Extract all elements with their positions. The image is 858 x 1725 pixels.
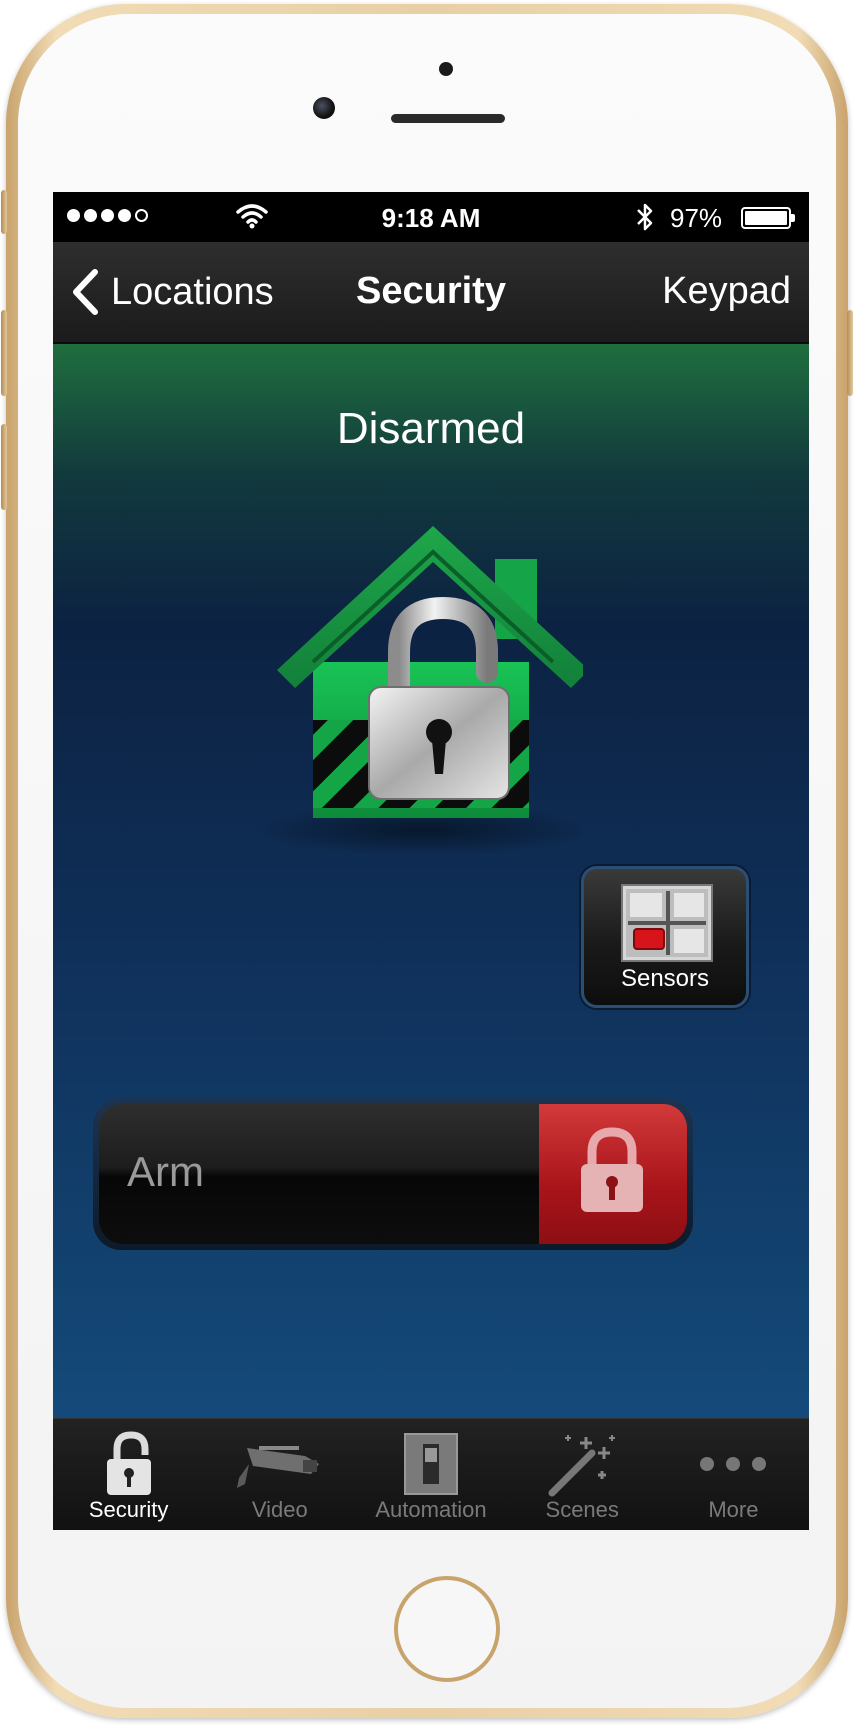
alarm-status-label: Disarmed bbox=[336, 404, 526, 453]
tab-video[interactable]: Video bbox=[204, 1419, 355, 1530]
proximity-sensor bbox=[439, 62, 453, 76]
home-button[interactable] bbox=[394, 1576, 500, 1682]
camera-icon bbox=[236, 1446, 319, 1488]
bluetooth-icon bbox=[637, 203, 653, 231]
tab-bar: Security Video Automation Scenes More bbox=[53, 1418, 809, 1530]
magic-wand-icon bbox=[548, 1435, 616, 1497]
tab-automation[interactable]: Automation bbox=[355, 1419, 506, 1530]
front-camera bbox=[313, 97, 335, 119]
arm-slider[interactable]: Arm bbox=[93, 1098, 693, 1250]
sensors-button[interactable]: Sensors bbox=[581, 866, 749, 1008]
sensors-label: Sensors bbox=[620, 965, 710, 992]
tab-scenes[interactable]: Scenes bbox=[507, 1419, 658, 1530]
battery-icon bbox=[741, 207, 795, 229]
battery-nub bbox=[791, 214, 795, 222]
padlock-icon bbox=[106, 1431, 151, 1495]
more-dots-icon bbox=[700, 1457, 767, 1471]
power-button bbox=[847, 310, 853, 396]
keypad-button[interactable]: Keypad bbox=[662, 270, 791, 313]
tab-security[interactable]: Security bbox=[53, 1419, 204, 1530]
volume-up-button bbox=[1, 310, 7, 396]
sensor-grid-icon bbox=[621, 884, 713, 962]
back-button-label: Locations bbox=[111, 270, 274, 313]
status-bar: 9:18 AM 97% bbox=[53, 192, 809, 242]
switch-icon bbox=[404, 1433, 458, 1495]
battery-fill bbox=[745, 211, 787, 225]
back-button[interactable]: Locations bbox=[71, 268, 274, 316]
tab-label: Security bbox=[88, 1497, 169, 1522]
tab-label: Automation bbox=[375, 1497, 487, 1522]
unlocked-house-icon[interactable] bbox=[253, 512, 583, 857]
arm-label: Arm bbox=[127, 1148, 204, 1195]
earpiece-speaker bbox=[391, 114, 505, 123]
arm-slider-track: Arm bbox=[99, 1104, 687, 1244]
tab-label: More bbox=[708, 1497, 759, 1522]
volume-down-button bbox=[1, 424, 7, 510]
lock-icon bbox=[581, 1127, 643, 1212]
battery-percent: 97% bbox=[670, 203, 723, 233]
navigation-bar: Locations Security Keypad bbox=[53, 242, 809, 344]
tab-label: Scenes bbox=[545, 1497, 619, 1522]
arm-slider-knob[interactable] bbox=[539, 1104, 687, 1244]
tab-label: Video bbox=[251, 1497, 308, 1522]
security-panel: Disarmed Sensors Arm bbox=[53, 344, 809, 1418]
mute-switch bbox=[1, 190, 7, 234]
chevron-left-icon bbox=[73, 269, 98, 315]
tab-more[interactable]: More bbox=[658, 1419, 809, 1530]
app-screen: 9:18 AM 97% Locations Security Keypad Di… bbox=[53, 192, 809, 1530]
